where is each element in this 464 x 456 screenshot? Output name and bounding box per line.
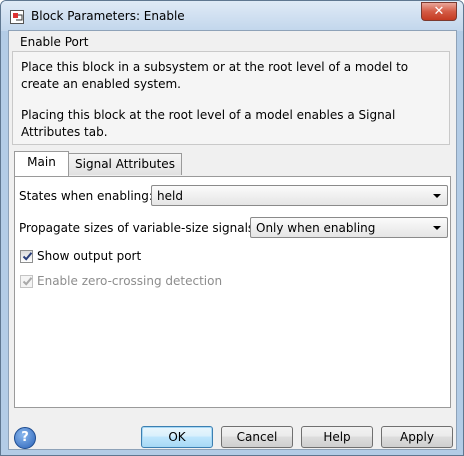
ok-button[interactable]: OK xyxy=(141,426,213,448)
show-output-port-checkbox[interactable] xyxy=(20,250,33,263)
cancel-button[interactable]: Cancel xyxy=(221,426,293,448)
help-button[interactable]: Help xyxy=(301,426,373,448)
enable-zero-crossing-checkbox[interactable] xyxy=(20,275,33,288)
tab-panel-main: States when enabling: held Propagate siz… xyxy=(14,176,451,408)
states-when-enabling-select[interactable]: held xyxy=(151,185,448,206)
description-box: Place this block in a subsystem or at th… xyxy=(12,51,450,145)
title-bar[interactable]: Block Parameters: Enable ✕ xyxy=(1,1,463,31)
apply-button[interactable]: Apply xyxy=(381,426,453,448)
dialog-body: Enable Port Place this block in a subsys… xyxy=(8,30,457,450)
close-icon: ✕ xyxy=(433,4,445,19)
chevron-down-icon xyxy=(433,194,441,198)
check-icon xyxy=(22,277,33,286)
tab-main[interactable]: Main xyxy=(14,151,69,176)
description-text-2: Placing this block at the root level of … xyxy=(21,108,396,139)
group-title: Enable Port xyxy=(20,35,89,49)
states-when-enabling-label: States when enabling: xyxy=(19,189,153,203)
show-output-port-label[interactable]: Show output port xyxy=(37,249,141,263)
window-title: Block Parameters: Enable xyxy=(31,9,185,23)
propagate-sizes-value: Only when enabling xyxy=(256,221,376,235)
description-text-1: Place this block in a subsystem or at th… xyxy=(21,60,409,91)
block-description-group: Enable Port Place this block in a subsys… xyxy=(9,31,456,149)
check-icon xyxy=(22,252,33,261)
tab-signal-attributes[interactable]: Signal Attributes xyxy=(68,153,182,175)
simulink-block-icon xyxy=(10,10,24,24)
tab-strip: Main Signal Attributes xyxy=(14,151,451,177)
enable-zero-crossing-label: Enable zero-crossing detection xyxy=(37,274,223,288)
states-when-enabling-value: held xyxy=(157,189,183,203)
propagate-sizes-select[interactable]: Only when enabling xyxy=(250,217,448,238)
block-parameters-dialog: Block Parameters: Enable ✕ Enable Port P… xyxy=(0,0,464,456)
propagate-sizes-label: Propagate sizes of variable-size signals… xyxy=(19,221,259,235)
close-button[interactable]: ✕ xyxy=(421,2,457,21)
chevron-down-icon xyxy=(433,226,441,230)
help-icon[interactable]: ? xyxy=(14,427,36,449)
